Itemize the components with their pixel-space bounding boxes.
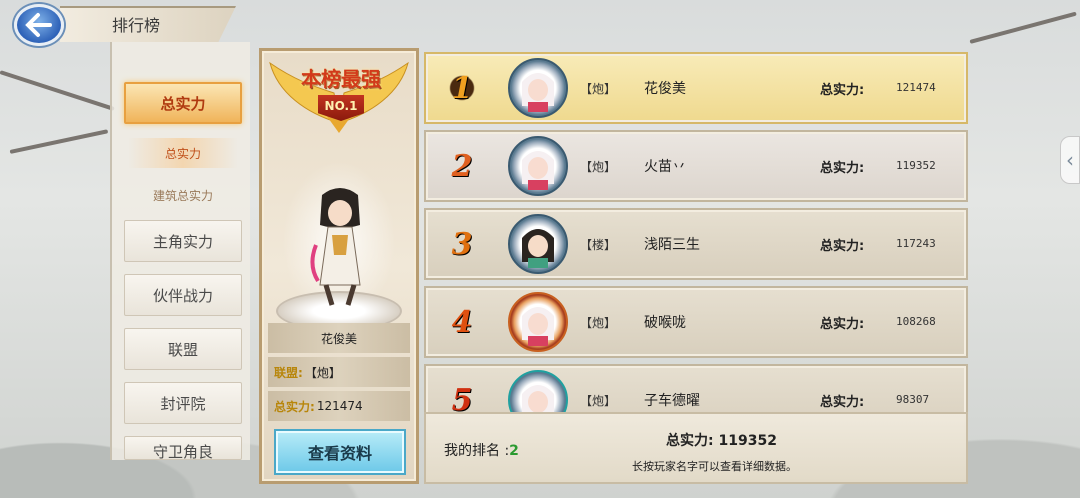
avatar[interactable] [508, 370, 568, 412]
ranking-row[interactable]: 5 【炮】 子车德曜 总实力: 98307 [424, 364, 968, 412]
my-rank-label: 我的排名 :2 [444, 440, 519, 460]
chevron-left-icon: ‹ [1066, 148, 1074, 172]
category-sidebar: 总实力 总实力 建筑总实力 主角实力 伙伴战力 联盟 封评院 守卫角良 [110, 42, 250, 460]
tab-alliance[interactable]: 联盟 [124, 328, 242, 370]
my-rank-value: 2 [509, 443, 519, 459]
guild-value: 【炮】 [304, 365, 341, 380]
champion-banner-title: 本榜最强 [301, 67, 381, 91]
power-value: 117243 [896, 237, 936, 250]
my-power-label: 总实力: [666, 433, 714, 449]
rank-number: 4 [451, 304, 473, 340]
player-portrait-icon [522, 307, 554, 346]
champion-guild-row: 联盟: 【炮】 [268, 357, 410, 387]
side-expand-tab[interactable]: ‹ [1060, 136, 1080, 184]
power-value: 121474 [896, 81, 936, 94]
player-name[interactable]: 浅陌三生 [644, 234, 700, 254]
tab-partner-power[interactable]: 伙伴战力 [124, 274, 242, 316]
player-guild: 【楼】 [580, 238, 617, 252]
power-label: 总实力: [820, 317, 865, 332]
hint-text: 长按玩家名字可以查看详细数据。 [632, 460, 797, 473]
player-guild: 【炮】 [580, 160, 617, 174]
my-power-value: 119352 [718, 433, 777, 449]
power-value: 121474 [316, 399, 363, 413]
subtab-total-power[interactable]: 总实力 [128, 138, 238, 168]
page-title: 排行榜 [112, 16, 161, 35]
tab-guardian[interactable]: 守卫角良 [124, 436, 242, 460]
champion-banner: 本榜最强 NO.1 [266, 53, 412, 137]
player-guild: 【炮】 [580, 394, 617, 408]
tab-total-power[interactable]: 总实力 [124, 82, 242, 124]
background-branch [9, 129, 109, 154]
ranking-row[interactable]: 3 【楼】 浅陌三生 总实力: 117243 [424, 208, 968, 280]
power-value: 119352 [896, 159, 936, 172]
player-guild: 【炮】 [580, 82, 617, 96]
my-power: 总实力: 119352 [666, 430, 777, 450]
background-branch [969, 11, 1077, 44]
champion-name[interactable]: 花俊美 [268, 323, 410, 353]
player-guild: 【炮】 [580, 316, 617, 330]
ranking-row[interactable]: 2 【炮】 火苗丷 总实力: 119352 [424, 130, 968, 202]
power-label: 总实力: [820, 83, 865, 98]
my-rank-text: 我的排名 : [444, 443, 510, 459]
subtab-building-power[interactable]: 建筑总实力 [128, 180, 238, 210]
power-label: 总实力: [274, 399, 315, 414]
player-portrait-icon [522, 385, 554, 412]
rank-number: 2 [451, 148, 473, 184]
player-portrait-icon [522, 151, 554, 190]
power-label: 总实力: [820, 161, 865, 176]
ranking-row[interactable]: 4 【炮】 破喉咙 总实力: 108268 [424, 286, 968, 358]
player-name[interactable]: 花俊美 [644, 78, 686, 98]
view-profile-button[interactable]: 查看资料 [274, 429, 406, 475]
avatar[interactable] [508, 58, 568, 118]
power-value: 108268 [896, 315, 936, 328]
rank-number: 5 [451, 382, 473, 413]
power-value: 98307 [896, 393, 930, 406]
power-label: 总实力: [820, 239, 865, 254]
player-name[interactable]: 火苗丷 [644, 156, 686, 176]
champion-power-row: 总实力: 121474 [268, 391, 410, 421]
tab-hero-power[interactable]: 主角实力 [124, 220, 242, 262]
ranking-list[interactable]: 1 【炮】 花俊美 总实力: 121474 2 【炮】 火苗丷 总实力: 119… [424, 50, 968, 412]
champion-sprite-icon [310, 188, 361, 306]
background-branch [0, 70, 115, 111]
avatar[interactable] [508, 214, 568, 274]
player-name[interactable]: 子车德曜 [644, 390, 700, 410]
player-portrait-icon [522, 73, 554, 112]
avatar[interactable] [508, 136, 568, 196]
guild-label: 联盟: [274, 365, 303, 380]
ranking-row[interactable]: 1 【炮】 花俊美 总实力: 121474 [424, 52, 968, 124]
rank-number: 3 [451, 226, 473, 262]
tab-fengping[interactable]: 封评院 [124, 382, 242, 424]
back-button[interactable] [14, 4, 64, 46]
rank-number: 1 [442, 68, 482, 108]
power-label: 总实力: [820, 395, 865, 410]
avatar[interactable] [508, 292, 568, 352]
player-portrait-icon [522, 229, 554, 268]
player-name[interactable]: 破喉咙 [644, 312, 686, 332]
my-rank-panel: 我的排名 :2 总实力: 119352 长按玩家名字可以查看详细数据。 [424, 412, 968, 484]
champion-card: 本榜最强 NO.1 花俊美 联盟: 【炮】 总实力: 121474 查看资料 [259, 48, 419, 484]
back-arrow-icon [25, 13, 52, 37]
